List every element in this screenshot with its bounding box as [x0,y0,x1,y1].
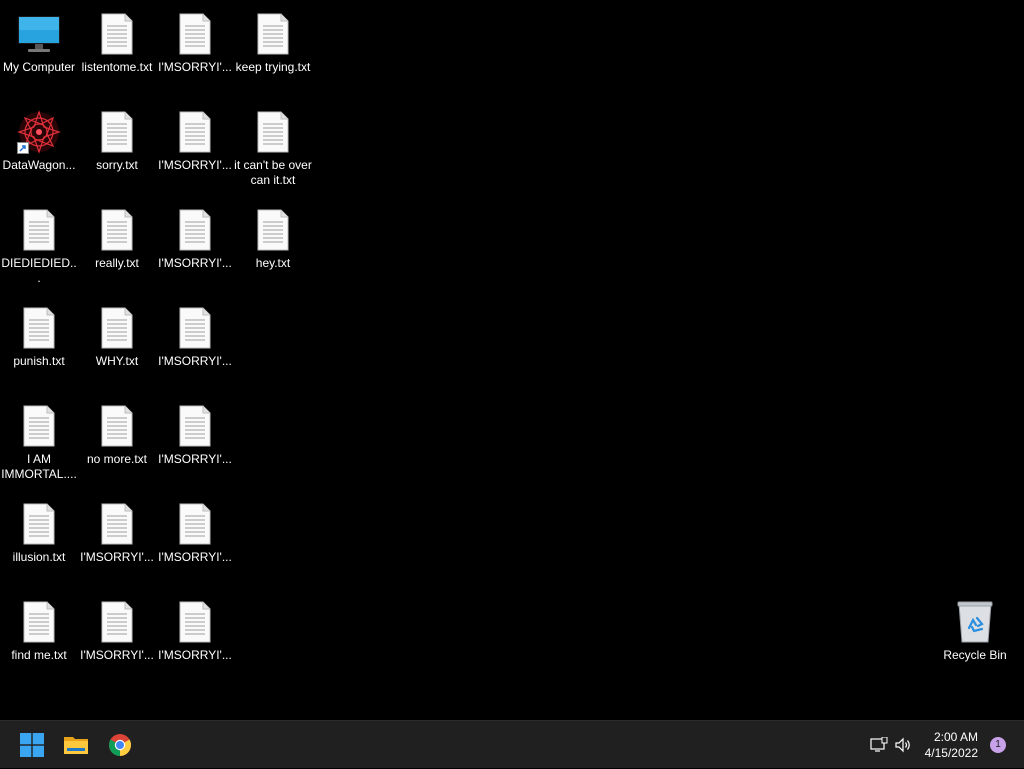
desktop-icon-label: I'MSORRYI'... [158,550,232,564]
desktop-icon-label: it can't be over can it.txt [234,158,312,187]
desktop-icon-txt-file[interactable]: punish.txt [0,298,78,394]
desktop-icon-label: I'MSORRYI'... [158,60,232,74]
desktop-icon-label: DataWagon... [2,158,76,172]
text-file-icon [173,208,217,252]
desktop-icon-txt-file[interactable]: I'MSORRYI'... [78,494,156,590]
desktop-icon-txt-file[interactable]: I'MSORRYI'... [156,592,234,688]
volume-icon[interactable] [894,737,912,753]
text-file-icon [173,110,217,154]
desktop-icon-txt-file[interactable]: keep trying.txt [234,4,312,100]
desktop-icon-txt-file[interactable]: I'MSORRYI'... [156,102,234,198]
desktop-icon-txt-file[interactable]: find me.txt [0,592,78,688]
desktop-icon-txt-file[interactable]: DIEDIEDIED... [0,200,78,296]
desktop-icon-txt-file[interactable]: no more.txt [78,396,156,492]
notification-badge[interactable]: 1 [990,737,1006,753]
text-file-icon [95,404,139,448]
desktop-icon-label: I'MSORRYI'... [158,452,232,466]
desktop-icon-txt-file[interactable]: I'MSORRYI'... [156,298,234,394]
text-file-icon [95,600,139,644]
text-file-icon [17,600,61,644]
start-button[interactable] [16,729,48,761]
clock[interactable]: 2:00 AM 4/15/2022 [925,729,978,761]
desktop-icon-txt-file[interactable]: I'MSORRYI'... [156,200,234,296]
desktop-icon-label: find me.txt [11,648,67,662]
desktop-icon-label: I'MSORRYI'... [158,158,232,172]
desktop-icon-label: My Computer [2,60,76,74]
text-file-icon [173,502,217,546]
desktop-icon-txt-file[interactable]: listentome.txt [78,4,156,100]
text-file-icon [17,208,61,252]
text-file-icon [95,502,139,546]
desktop-icon-label: keep trying.txt [235,60,311,74]
desktop-icon-recycle-bin[interactable]: Recycle Bin [936,592,1014,688]
text-file-icon [95,110,139,154]
shortcut-arrow-icon [17,142,29,154]
desktop-icon-txt-file[interactable]: I'MSORRYI'... [78,592,156,688]
chrome-button[interactable] [104,729,136,761]
desktop-icon-label: listentome.txt [81,60,153,74]
desktop-icon-txt-file[interactable]: WHY.txt [78,298,156,394]
desktop-icon-txt-file[interactable]: sorry.txt [78,102,156,198]
desktop-icon-label: punish.txt [13,354,65,368]
clock-time: 2:00 AM [933,730,978,744]
text-file-icon [95,208,139,252]
text-file-icon [173,12,217,56]
desktop-icon-label: I AM IMMORTAL.... [1,452,77,481]
text-file-icon [251,110,295,154]
system-tray: 2:00 AM 4/15/2022 1 [854,721,1024,769]
desktop-icon-label: I'MSORRYI'... [80,648,154,662]
clock-date: 4/15/2022 [924,746,978,760]
desktop-icon-label: I'MSORRYI'... [158,648,232,662]
taskbar: 2:00 AM 4/15/2022 1 [0,720,1024,768]
text-file-icon [251,208,295,252]
desktop-icon-label: I'MSORRYI'... [80,550,154,564]
text-file-icon [95,12,139,56]
desktop-icon-label: illusion.txt [12,550,66,564]
desktop-icon-txt-file[interactable]: really.txt [78,200,156,296]
text-file-icon [173,306,217,350]
text-file-icon [95,306,139,350]
desktop-icon-label: Recycle Bin [943,648,1007,662]
desktop-icon-txt-file[interactable]: I'MSORRYI'... [156,494,234,590]
text-file-icon [17,306,61,350]
desktop-icon-txt-file[interactable]: illusion.txt [0,494,78,590]
desktop-icon-txt-file[interactable]: I AM IMMORTAL.... [0,396,78,492]
desktop-icon-label: really.txt [95,256,139,270]
chrome-icon [109,734,131,756]
windows-logo-icon [20,733,44,757]
desktop-icon-label: DIEDIEDIED... [1,256,77,285]
desktop-icon-datawagon-shortcut[interactable]: DataWagon... [0,102,78,198]
text-file-icon [173,600,217,644]
text-file-icon [17,502,61,546]
text-file-icon [173,404,217,448]
recycle-bin-icon [953,600,997,644]
network-icon[interactable] [870,736,888,753]
folder-icon [64,737,88,754]
monitor-icon [17,12,61,56]
desktop-icon-my-computer[interactable]: My Computer [0,4,78,100]
desktop-icon-txt-file[interactable]: I'MSORRYI'... [156,396,234,492]
text-file-icon [251,12,295,56]
desktop-icon-txt-file[interactable]: hey.txt [234,200,312,296]
desktop-icon-label: I'MSORRYI'... [158,256,232,270]
desktop-icon-label: WHY.txt [95,354,139,368]
desktop-icon-txt-file[interactable]: it can't be over can it.txt [234,102,312,198]
desktop-icon-label: hey.txt [255,256,291,270]
desktop-icon-label: I'MSORRYI'... [158,354,232,368]
text-file-icon [17,404,61,448]
datawagon-logo-icon [17,110,61,154]
desktop-icon-txt-file[interactable]: I'MSORRYI'... [156,4,234,100]
file-explorer-button[interactable] [60,729,92,761]
desktop-icon-label: sorry.txt [96,158,138,172]
desktop: My Computer DataWagon... DIEDIEDIED... p… [0,0,1024,720]
desktop-icon-label: no more.txt [86,452,148,466]
